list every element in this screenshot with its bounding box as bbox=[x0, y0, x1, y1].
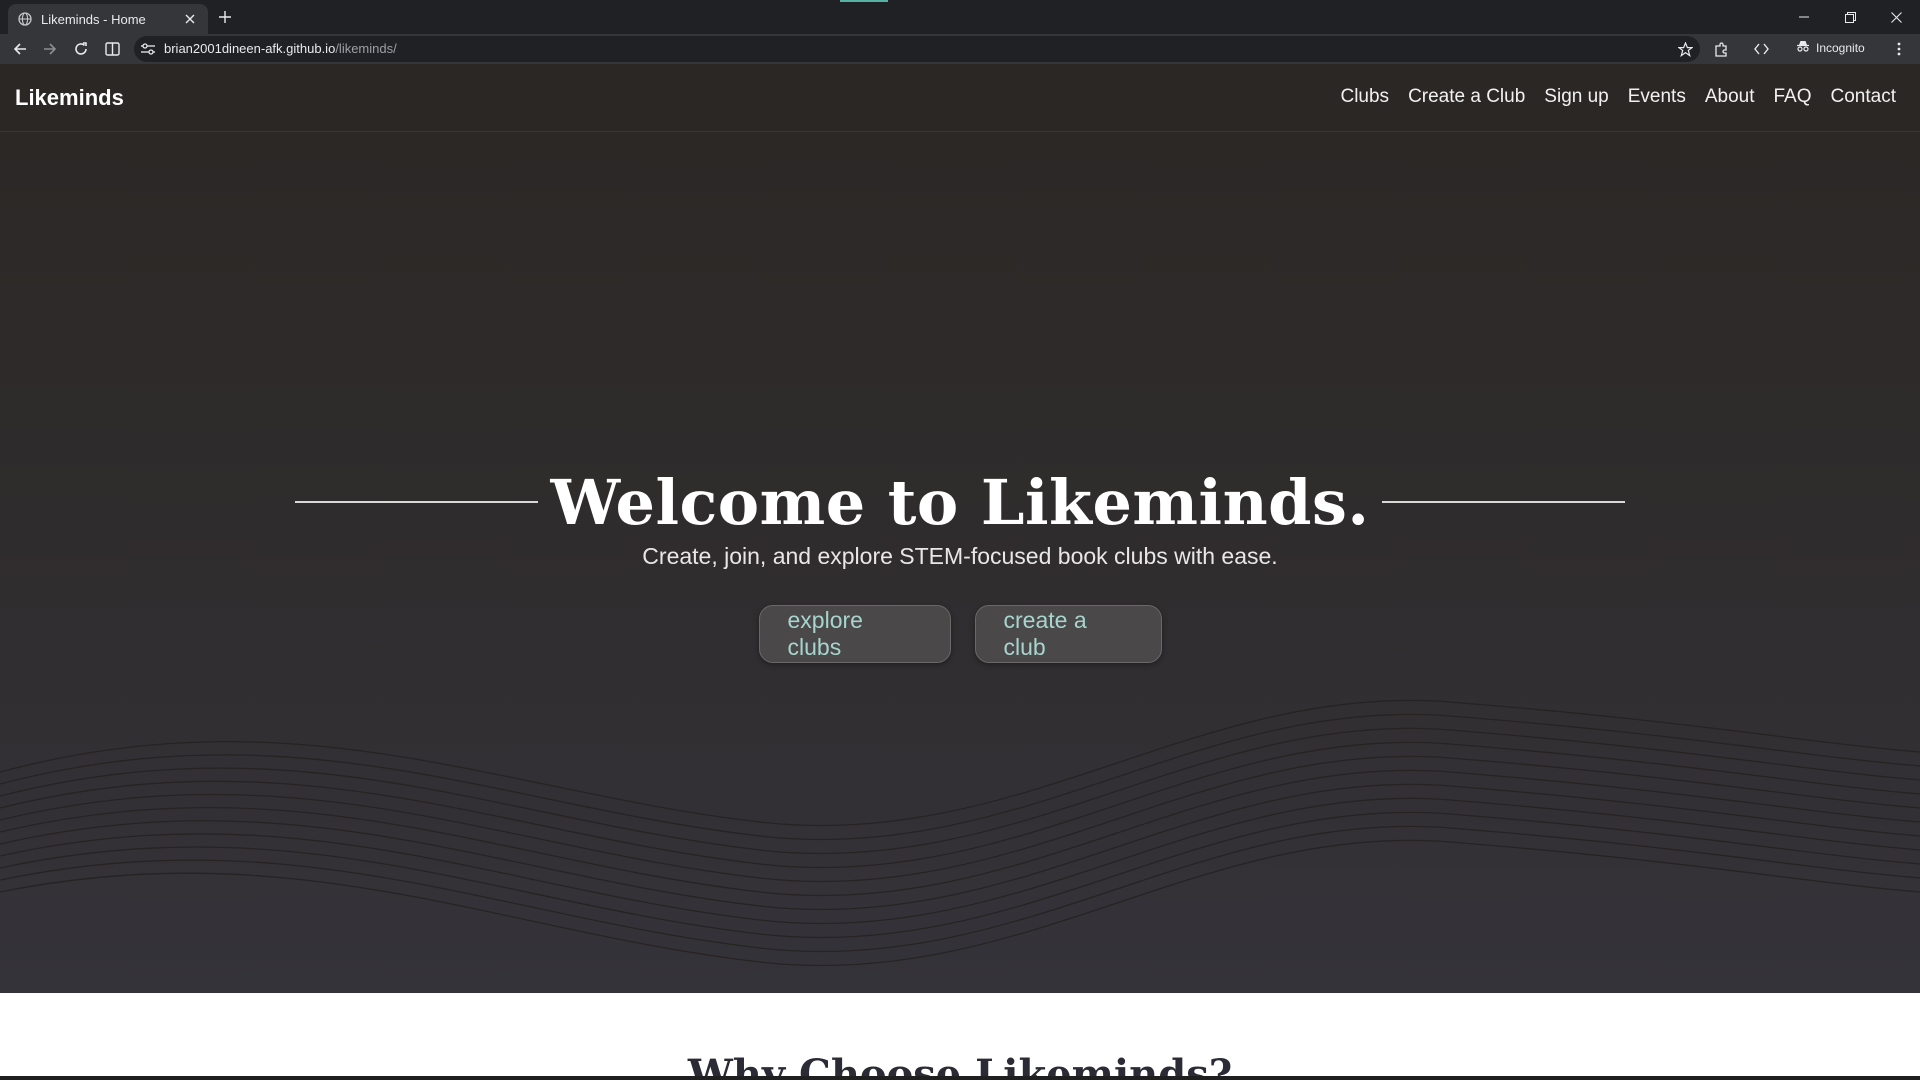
browser-tabstrip: Likeminds - Home bbox=[0, 0, 1920, 34]
nav-contact[interactable]: Contact bbox=[1831, 86, 1896, 108]
nav-create-club[interactable]: Create a Club bbox=[1408, 86, 1525, 108]
globe-icon bbox=[18, 12, 32, 26]
nav-sign-up[interactable]: Sign up bbox=[1544, 86, 1608, 108]
hero-section: Welcome to Likeminds. Create, join, and … bbox=[0, 132, 1920, 993]
plus-icon[interactable] bbox=[216, 8, 234, 26]
incognito-indicator[interactable]: Incognito bbox=[1796, 40, 1865, 55]
close-icon[interactable] bbox=[182, 11, 198, 27]
nav-faq[interactable]: FAQ bbox=[1774, 86, 1812, 108]
minimize-icon[interactable] bbox=[1781, 0, 1827, 34]
nav-events[interactable]: Events bbox=[1628, 86, 1686, 108]
hero-subtitle: Create, join, and explore STEM-focused b… bbox=[642, 543, 1278, 569]
tab-strip-indicator bbox=[840, 0, 888, 2]
why-section: Why Choose Likeminds? bbox=[0, 993, 1920, 1080]
extensions-icon[interactable] bbox=[1710, 39, 1732, 59]
address-bar[interactable]: brian2001dineen-afk.github.io/likeminds/ bbox=[134, 36, 1700, 62]
incognito-icon bbox=[1796, 40, 1816, 55]
hero-title-row: Welcome to Likeminds. bbox=[0, 452, 1920, 552]
nav-clubs[interactable]: Clubs bbox=[1340, 86, 1389, 108]
nav-about[interactable]: About bbox=[1705, 86, 1755, 108]
brand-logo[interactable]: Likeminds bbox=[15, 85, 124, 111]
incognito-label: Incognito bbox=[1816, 40, 1865, 55]
hero-title: Welcome to Likeminds. bbox=[550, 465, 1370, 539]
forward-icon[interactable] bbox=[39, 39, 61, 59]
reader-icon[interactable] bbox=[101, 39, 123, 59]
explore-clubs-button[interactable]: explore clubs bbox=[758, 605, 951, 663]
star-icon[interactable] bbox=[1676, 40, 1694, 58]
title-rule-right bbox=[1381, 501, 1625, 503]
url-text: brian2001dineen-afk.github.io/likeminds/ bbox=[164, 41, 397, 56]
main-nav: Clubs Create a Club Sign up Events About… bbox=[1321, 86, 1896, 108]
back-icon[interactable] bbox=[9, 39, 31, 59]
create-club-button[interactable]: create a club bbox=[974, 605, 1162, 663]
window-close-icon[interactable] bbox=[1873, 0, 1919, 34]
viewport-bottom-edge bbox=[0, 1076, 1920, 1080]
title-rule-left bbox=[295, 501, 539, 503]
browser-tab[interactable]: Likeminds - Home bbox=[8, 4, 208, 34]
tab-title: Likeminds - Home bbox=[41, 11, 146, 27]
reload-icon[interactable] bbox=[70, 39, 92, 59]
site-settings-icon[interactable] bbox=[140, 41, 156, 57]
url-host: brian2001dineen-afk.github.io bbox=[164, 41, 336, 56]
wave-lines-decoration bbox=[0, 699, 1920, 967]
hero-buttons: explore clubs create a club bbox=[0, 605, 1920, 663]
restore-icon[interactable] bbox=[1827, 0, 1873, 34]
site-header: Likeminds Clubs Create a Club Sign up Ev… bbox=[0, 64, 1920, 132]
browser-toolbar: brian2001dineen-afk.github.io/likeminds/… bbox=[0, 34, 1920, 64]
more-icon[interactable] bbox=[1888, 39, 1910, 59]
devtools-icon[interactable] bbox=[1750, 39, 1772, 59]
url-path: /likeminds/ bbox=[335, 41, 397, 56]
